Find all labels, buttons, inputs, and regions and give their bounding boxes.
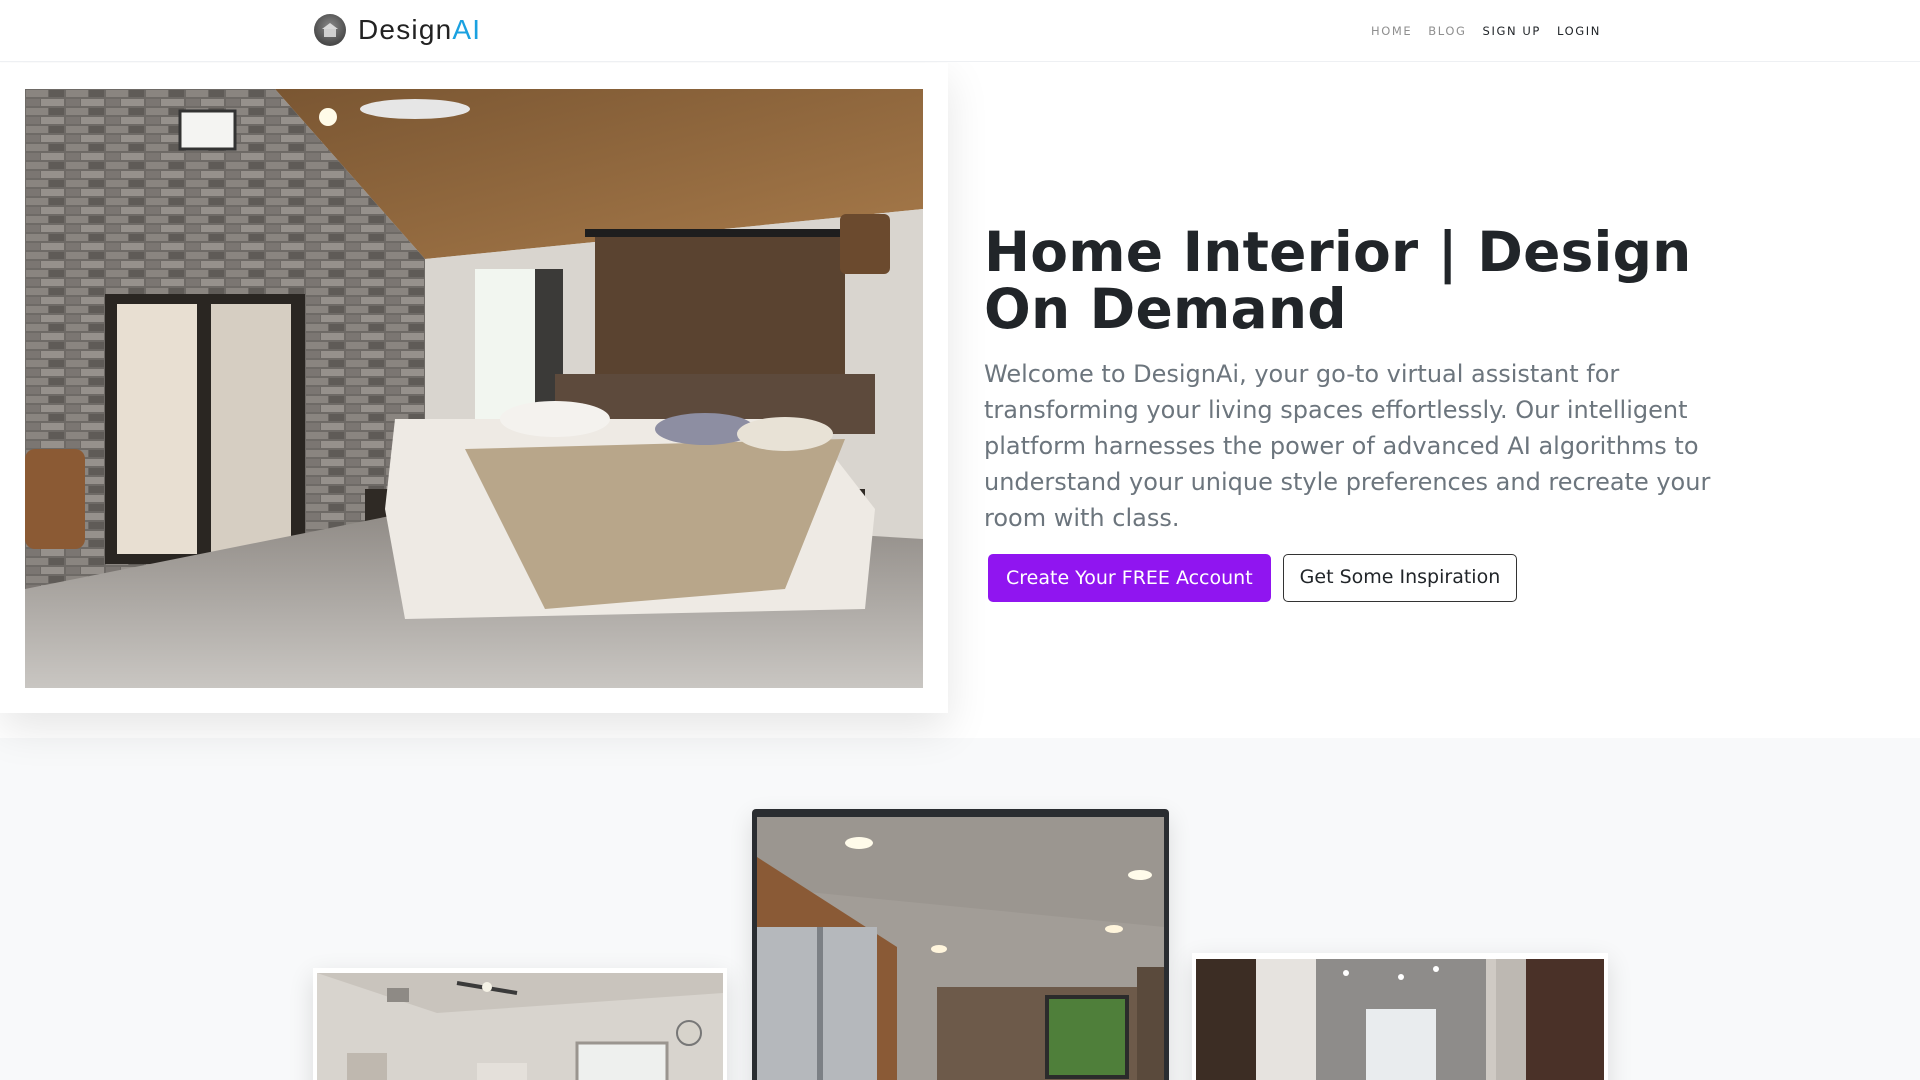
- nav-links: HOME BLOG SIGN UP LOGIN: [1371, 24, 1617, 38]
- bedroom-render-image: [25, 89, 923, 688]
- hero-lead: Welcome to DesignAi, your go-to virtual …: [984, 360, 1711, 532]
- brand-name-accent: AI: [452, 14, 482, 45]
- bathroom-image: [1196, 959, 1604, 1080]
- inspiration-button[interactable]: Get Some Inspiration: [1282, 554, 1518, 602]
- brand-name-main: Design: [358, 14, 453, 45]
- create-account-button[interactable]: Create Your FREE Account: [988, 554, 1271, 602]
- brand-name: DesignAI: [358, 14, 481, 46]
- brand-link[interactable]: DesignAI: [314, 14, 481, 46]
- nav-home-link[interactable]: HOME: [1371, 24, 1412, 38]
- gallery-card-bathroom[interactable]: [1192, 953, 1608, 1080]
- hero-copy: Home Interior | Design On Demand Welcome…: [984, 224, 1764, 602]
- house-logo-icon: [314, 14, 346, 46]
- hero-image-frame: [0, 63, 948, 713]
- bedroom-living-image: [317, 973, 723, 1080]
- hero-buttons: Create Your FREE Account Get Some Inspir…: [984, 554, 1764, 602]
- kitchen-image: [757, 817, 1164, 1080]
- nav-login-link[interactable]: LOGIN: [1557, 24, 1601, 38]
- nav-blog-link[interactable]: BLOG: [1428, 24, 1466, 38]
- gallery-card-living[interactable]: [313, 968, 727, 1080]
- nav-signup-link[interactable]: SIGN UP: [1483, 24, 1541, 38]
- gallery-card-kitchen[interactable]: [752, 809, 1169, 1080]
- hero-title: Home Interior | Design On Demand: [984, 220, 1692, 341]
- navbar: DesignAI HOME BLOG SIGN UP LOGIN: [0, 0, 1920, 62]
- gallery-section: [0, 738, 1920, 1080]
